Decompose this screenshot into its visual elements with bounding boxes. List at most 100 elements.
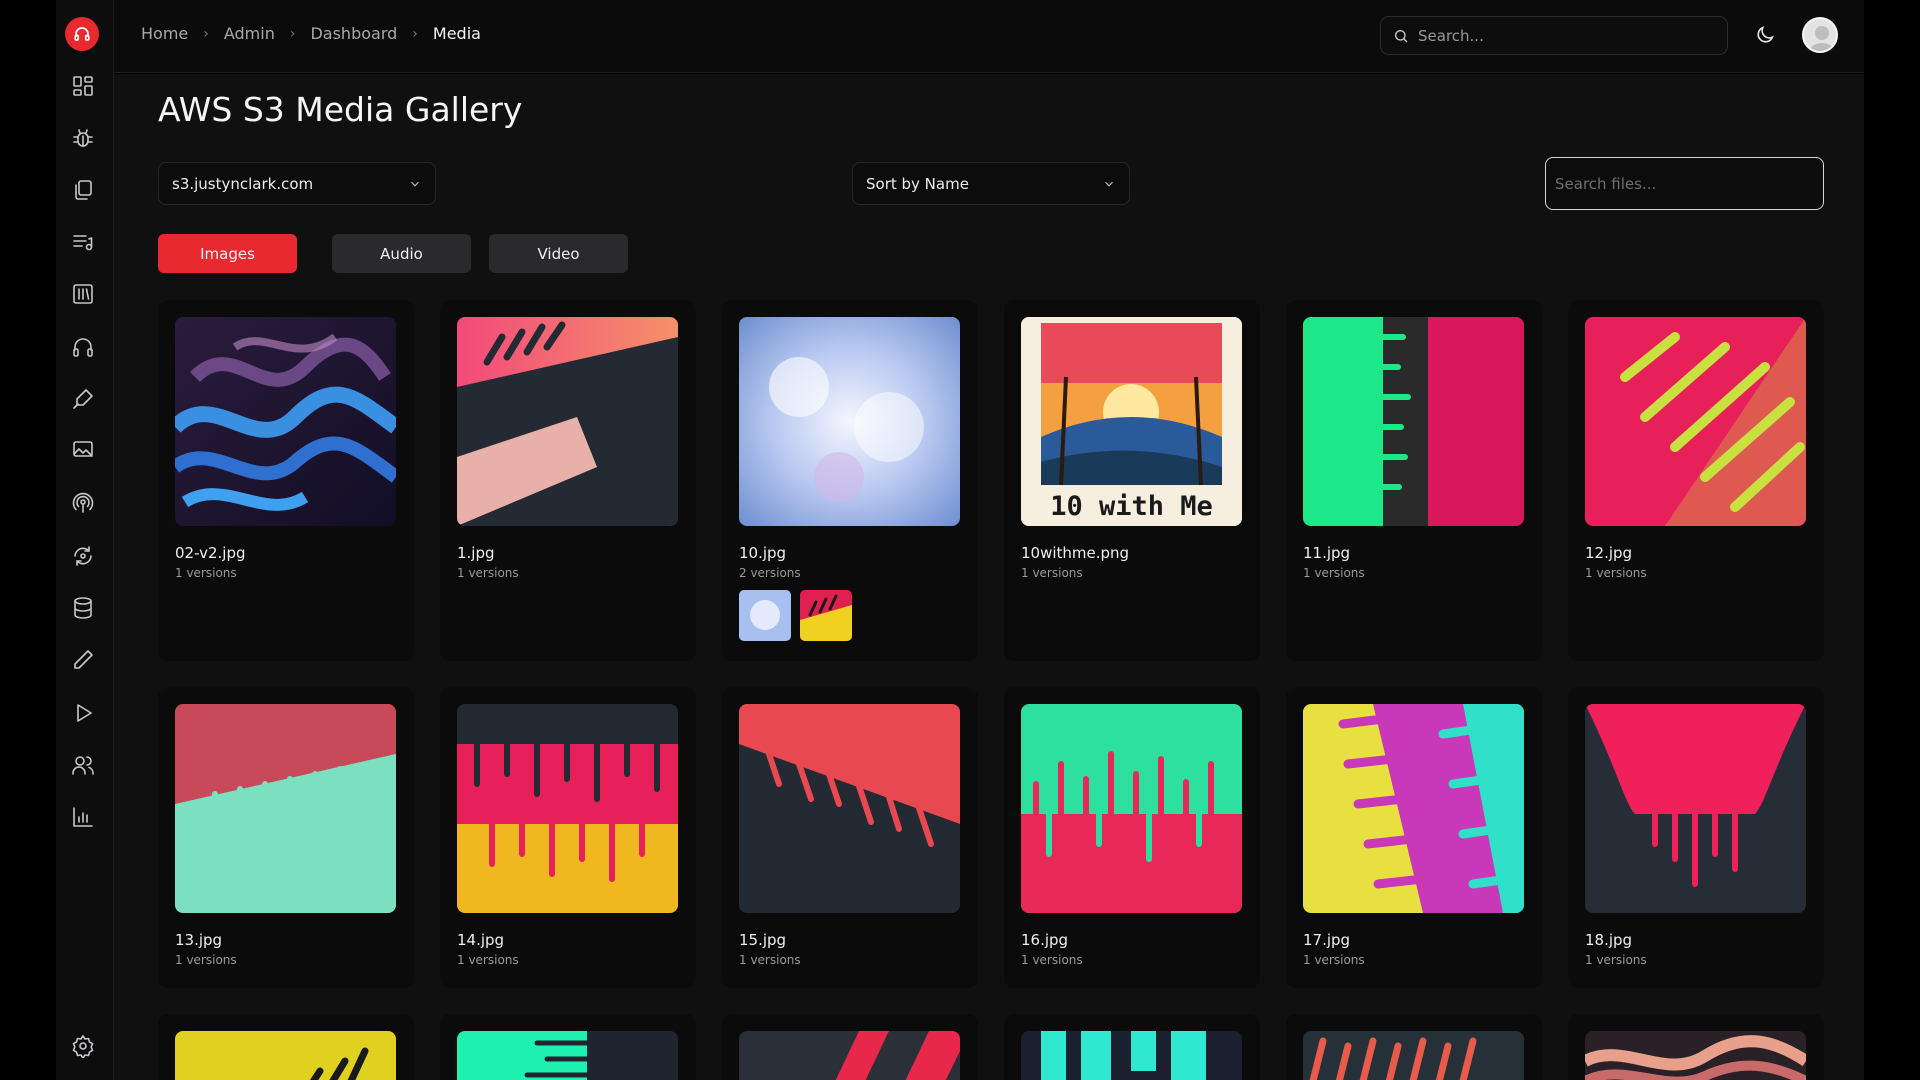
image-thumbnail[interactable] <box>175 317 396 526</box>
media-card[interactable]: 16.jpg 1 versions <box>1004 687 1260 988</box>
media-card[interactable]: 15.jpg 1 versions <box>722 687 978 988</box>
file-versions: 2 versions <box>739 566 801 580</box>
sync-icon[interactable] <box>70 543 96 569</box>
pen-tool-icon[interactable] <box>70 386 96 412</box>
file-name: 10.jpg <box>739 544 787 562</box>
image-thumbnail[interactable]: 10 with Me <box>1021 317 1242 526</box>
image-thumbnail[interactable] <box>175 1031 396 1080</box>
image-thumbnail[interactable] <box>457 704 678 913</box>
file-versions: 1 versions <box>457 566 519 580</box>
tab-images[interactable]: Images <box>158 234 297 273</box>
file-name: 18.jpg <box>1585 931 1633 949</box>
file-name: 11.jpg <box>1303 544 1351 562</box>
image-icon[interactable] <box>70 436 96 462</box>
files-icon[interactable] <box>70 177 96 203</box>
image-thumbnail[interactable] <box>1585 317 1806 526</box>
image-thumbnail[interactable] <box>1303 704 1524 913</box>
settings-icon[interactable] <box>70 1033 96 1059</box>
file-name: 10withme.png <box>1021 544 1130 562</box>
media-card[interactable] <box>440 1014 696 1080</box>
file-name: 16.jpg <box>1021 931 1069 949</box>
media-card[interactable]: 10 with Me 10withme.png 1 versions <box>1004 300 1260 661</box>
image-thumbnail[interactable] <box>739 704 960 913</box>
file-name: 14.jpg <box>457 931 505 949</box>
sort-select[interactable]: Sort by Name <box>852 162 1130 205</box>
file-versions: 1 versions <box>1021 953 1083 967</box>
main-content: AWS S3 Media Gallery s3.justynclark.com … <box>114 74 1864 1080</box>
image-thumbnail[interactable] <box>1585 1031 1806 1080</box>
chevron-right-icon: › <box>412 25 418 42</box>
breadcrumb-media: Media <box>432 24 481 43</box>
global-search-input[interactable] <box>1418 26 1708 45</box>
file-search <box>1545 157 1824 210</box>
media-card[interactable] <box>1004 1014 1260 1080</box>
database-icon[interactable] <box>70 595 96 621</box>
search-icon <box>1395 29 1408 42</box>
media-card[interactable] <box>1568 1014 1824 1080</box>
file-versions: 1 versions <box>1585 566 1647 580</box>
sidebar <box>56 0 114 1080</box>
file-name: 17.jpg <box>1303 931 1351 949</box>
avatar[interactable] <box>1802 17 1838 53</box>
media-card[interactable] <box>158 1014 414 1080</box>
file-versions: 1 versions <box>175 953 237 967</box>
library-icon[interactable] <box>70 281 96 307</box>
image-thumbnail[interactable] <box>739 1031 960 1080</box>
version-thumbnail[interactable] <box>739 590 791 641</box>
file-versions: 1 versions <box>1021 566 1083 580</box>
pencil-icon[interactable] <box>70 647 96 673</box>
file-name: 1.jpg <box>457 544 495 562</box>
media-card[interactable]: 1.jpg 1 versions <box>440 300 696 661</box>
tab-video[interactable]: Video <box>489 234 628 273</box>
media-card[interactable]: 10.jpg 2 versions <box>722 300 978 661</box>
file-search-input[interactable] <box>1546 158 1823 209</box>
file-name: 15.jpg <box>739 931 787 949</box>
image-thumbnail[interactable] <box>1303 317 1524 526</box>
headphones-icon[interactable] <box>70 334 96 360</box>
image-thumbnail[interactable] <box>457 317 678 526</box>
media-card[interactable] <box>722 1014 978 1080</box>
image-thumbnail[interactable] <box>1303 1031 1524 1080</box>
headphones-logo-icon[interactable] <box>65 17 99 51</box>
bar-chart-icon[interactable] <box>70 804 96 830</box>
moon-icon[interactable] <box>1754 24 1778 48</box>
image-thumbnail[interactable] <box>457 1031 678 1080</box>
page-title: AWS S3 Media Gallery <box>158 90 523 129</box>
breadcrumb-admin[interactable]: Admin <box>224 24 275 43</box>
dashboard-icon[interactable] <box>70 73 96 99</box>
users-icon[interactable] <box>70 752 96 778</box>
image-thumbnail[interactable] <box>739 317 960 526</box>
file-versions: 1 versions <box>1303 953 1365 967</box>
media-card[interactable]: 14.jpg 1 versions <box>440 687 696 988</box>
media-card[interactable]: 17.jpg 1 versions <box>1286 687 1542 988</box>
tab-audio[interactable]: Audio <box>332 234 471 273</box>
top-bar: Home › Admin › Dashboard › Media <box>114 0 1864 73</box>
file-versions: 1 versions <box>175 566 237 580</box>
media-card[interactable]: 11.jpg 1 versions <box>1286 300 1542 661</box>
breadcrumb-dashboard[interactable]: Dashboard <box>310 24 397 43</box>
file-versions: 1 versions <box>457 953 519 967</box>
image-thumbnail[interactable] <box>175 704 396 913</box>
chevron-down-icon <box>1102 177 1116 191</box>
chevron-down-icon <box>408 177 422 191</box>
file-name: 02-v2.jpg <box>175 544 246 562</box>
file-versions: 1 versions <box>739 953 801 967</box>
image-thumbnail[interactable] <box>1021 1031 1242 1080</box>
media-card[interactable]: 12.jpg 1 versions <box>1568 300 1824 661</box>
play-icon[interactable] <box>70 700 96 726</box>
playlist-icon[interactable] <box>70 229 96 255</box>
bucket-select[interactable]: s3.justynclark.com <box>158 162 436 205</box>
sort-select-value: Sort by Name <box>866 174 969 193</box>
media-card[interactable] <box>1286 1014 1542 1080</box>
breadcrumb-home[interactable]: Home <box>141 24 188 43</box>
breadcrumb: Home › Admin › Dashboard › Media <box>141 24 481 43</box>
bug-icon[interactable] <box>70 125 96 151</box>
media-card[interactable]: 13.jpg 1 versions <box>158 687 414 988</box>
chevron-right-icon: › <box>289 25 296 42</box>
image-thumbnail[interactable] <box>1585 704 1806 913</box>
media-card[interactable]: 02-v2.jpg 1 versions <box>158 300 414 661</box>
image-thumbnail[interactable] <box>1021 704 1242 913</box>
version-thumbnail[interactable] <box>800 590 852 641</box>
podcast-icon[interactable] <box>70 490 96 516</box>
media-card[interactable]: 18.jpg 1 versions <box>1568 687 1824 988</box>
